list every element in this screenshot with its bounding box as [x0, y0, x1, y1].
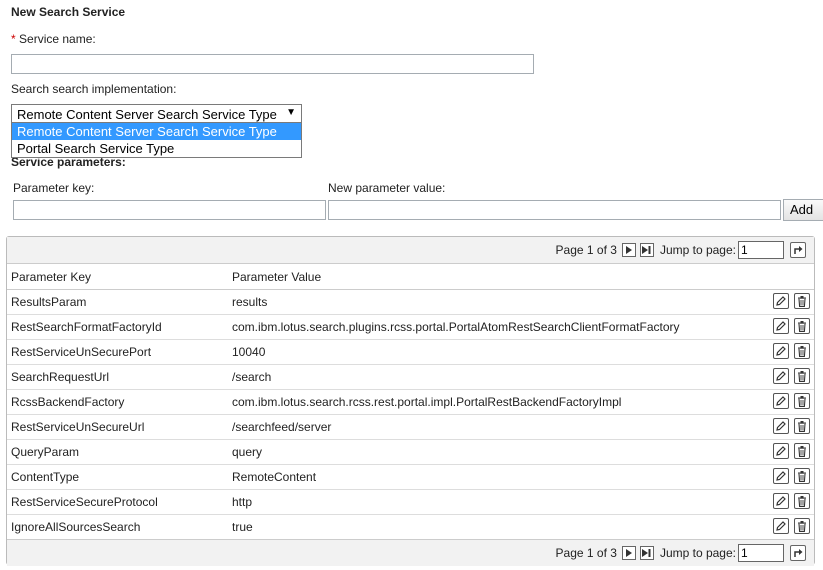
param-value-cell: /searchfeed/server	[232, 420, 332, 434]
service-name-label: * Service name:	[11, 32, 96, 46]
impl-dropdown-list: Remote Content Server Search Service Typ…	[11, 122, 302, 158]
table-row: ResultsParam results	[7, 289, 814, 315]
trash-icon[interactable]	[794, 318, 810, 334]
go-icon[interactable]	[790, 242, 806, 258]
param-key-cell: RcssBackendFactory	[11, 395, 125, 409]
next-page-icon[interactable]	[621, 546, 636, 560]
pencil-icon[interactable]	[773, 493, 789, 509]
required-mark: *	[11, 32, 16, 46]
jump-page-input[interactable]	[738, 544, 784, 562]
impl-select[interactable]: Remote Content Server Search Service Typ…	[11, 104, 302, 124]
table-header: Parameter Key Parameter Value	[7, 264, 814, 290]
param-key-cell: RestServiceSecureProtocol	[11, 495, 158, 509]
jump-label: Jump to page:	[659, 243, 736, 257]
impl-option-portal[interactable]: Portal Search Service Type	[12, 140, 301, 157]
pencil-icon[interactable]	[773, 293, 789, 309]
pencil-icon[interactable]	[773, 518, 789, 534]
trash-icon[interactable]	[794, 418, 810, 434]
pencil-icon[interactable]	[773, 443, 789, 459]
param-value-label: New parameter value:	[328, 181, 446, 195]
param-key-cell: RestServiceUnSecureUrl	[11, 420, 145, 434]
table-row: RestServiceSecureProtocol http	[7, 489, 814, 515]
impl-label: Search search implementation:	[11, 82, 177, 96]
param-key-cell: QueryParam	[11, 445, 80, 459]
dropdown-arrow-icon: ▼	[286, 107, 296, 118]
page-indicator: Page 1 of 3	[555, 243, 617, 257]
param-value-cell: /search	[232, 370, 272, 384]
impl-select-value: Remote Content Server Search Service Typ…	[17, 107, 277, 122]
trash-icon[interactable]	[794, 293, 810, 309]
last-page-icon[interactable]	[639, 546, 654, 560]
param-value-cell: query	[232, 445, 263, 459]
pencil-icon[interactable]	[773, 393, 789, 409]
param-key-cell: RestSearchFormatFactoryId	[11, 320, 162, 334]
go-icon[interactable]	[790, 545, 806, 561]
trash-icon[interactable]	[794, 343, 810, 359]
table-row: RestSearchFormatFactoryId com.ibm.lotus.s…	[7, 314, 814, 340]
add-button[interactable]: Add	[783, 199, 823, 221]
table-row: ContentType RemoteContent	[7, 464, 814, 490]
last-page-icon[interactable]	[639, 243, 654, 257]
pager-top: Page 1 of 3 Jump to page:	[7, 237, 814, 264]
trash-icon[interactable]	[794, 443, 810, 459]
param-value-input[interactable]	[328, 200, 781, 220]
table-row: SearchRequestUrl/search	[7, 364, 814, 390]
jump-label: Jump to page:	[659, 546, 736, 560]
pencil-icon[interactable]	[773, 368, 789, 384]
service-name-input[interactable]	[11, 54, 534, 74]
param-value-cell: RemoteContent	[232, 470, 317, 484]
param-key-label: Parameter key:	[13, 181, 95, 195]
param-value-cell: 10040	[232, 345, 266, 359]
jump-page-input[interactable]	[738, 241, 784, 259]
param-key-cell: RestServiceUnSecurePort	[11, 345, 152, 359]
table-row: QueryParam query	[7, 439, 814, 465]
table-row: RestServiceUnSecurePort 10040	[7, 339, 814, 365]
params-table: Page 1 of 3 Jump to page: Parameter Key …	[6, 236, 815, 566]
table-row: RcssBackendFactory com.ibm.lotus.search.r…	[7, 389, 814, 415]
trash-icon[interactable]	[794, 493, 810, 509]
param-value-cell: true	[232, 520, 253, 534]
pencil-icon[interactable]	[773, 418, 789, 434]
param-value-cell: http	[232, 495, 253, 509]
pencil-icon[interactable]	[773, 468, 789, 484]
trash-icon[interactable]	[794, 368, 810, 384]
trash-icon[interactable]	[794, 393, 810, 409]
param-value-cell: results	[232, 295, 268, 309]
param-key-input[interactable]	[13, 200, 326, 220]
trash-icon[interactable]	[794, 518, 810, 534]
service-name-label-text: Service name:	[19, 32, 96, 46]
col-header-key: Parameter Key	[11, 270, 92, 284]
col-header-value: Parameter Value	[232, 270, 322, 284]
param-key-cell: SearchRequestUrl	[11, 370, 110, 384]
param-key-cell: IgnoreAllSourcesSearch	[11, 520, 141, 534]
param-key-cell: ResultsParam	[11, 295, 87, 309]
pencil-icon[interactable]	[773, 343, 789, 359]
param-value-cell: com.ibm.lotus.search.plugins.rcss.portal…	[232, 320, 680, 334]
page-indicator: Page 1 of 3	[555, 546, 617, 560]
table-row: RestServiceUnSecureUrl/searchfeed/server	[7, 414, 814, 440]
page-title: New Search Service	[11, 5, 126, 19]
trash-icon[interactable]	[794, 468, 810, 484]
next-page-icon[interactable]	[621, 243, 636, 257]
impl-option-remote[interactable]: Remote Content Server Search Service Typ…	[12, 123, 301, 140]
pencil-icon[interactable]	[773, 318, 789, 334]
table-row: IgnoreAllSourcesSearch true	[7, 514, 814, 540]
pager-bottom: Page 1 of 3 Jump to page:	[7, 539, 814, 566]
param-value-cell: com.ibm.lotus.search.rcss.rest.portal.im…	[232, 395, 622, 409]
param-key-cell: ContentType	[11, 470, 80, 484]
